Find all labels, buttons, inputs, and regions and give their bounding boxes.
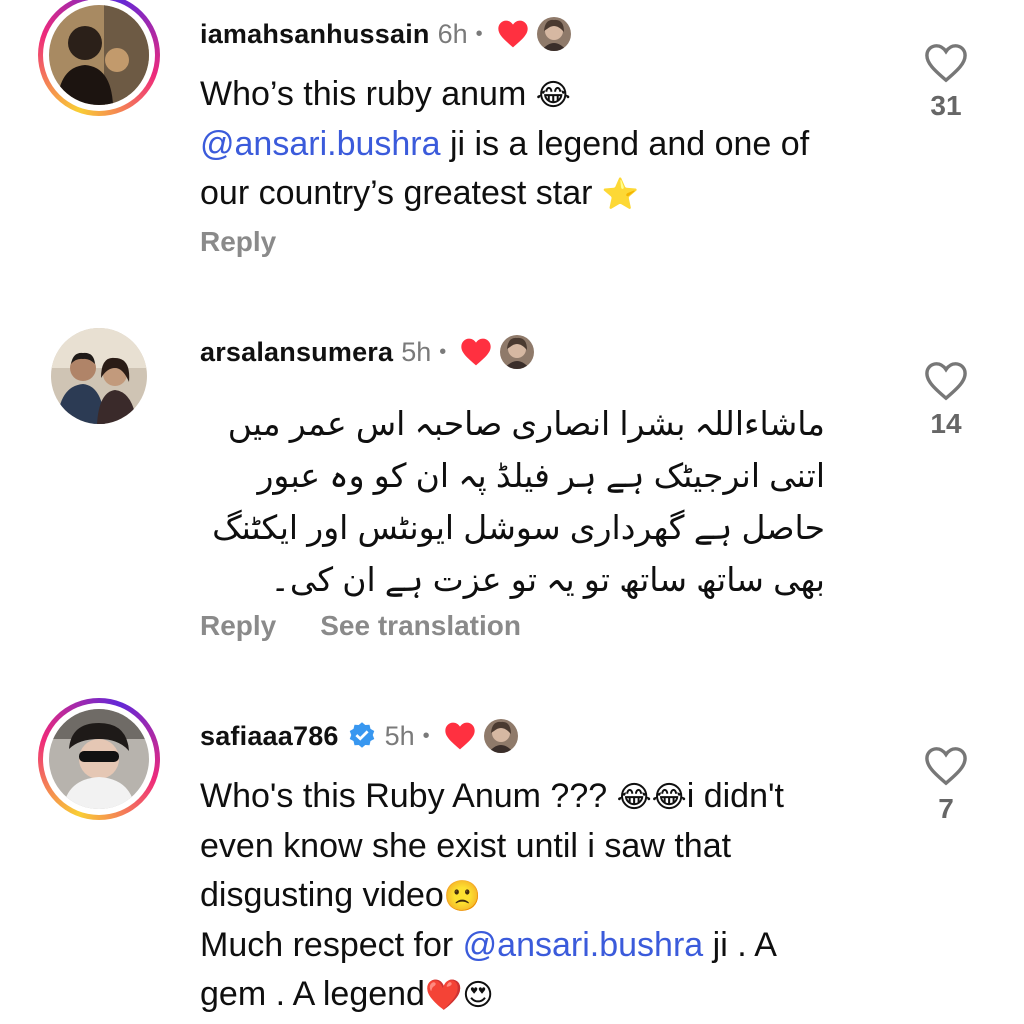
comment-actions: Reply [200,226,276,258]
heart-outline-icon[interactable] [923,42,969,84]
comment-text: ماشاءاللہ بشرا انصاری صاحبہ اس عمر میں ا… [202,405,825,598]
comment-actions: Reply See translation [200,610,521,642]
like-count: 7 [938,793,954,824]
red-heart-emoji: ❤️ [424,979,463,1012]
username[interactable]: arsalansumera [200,337,393,368]
like-control[interactable]: 7 [918,745,974,825]
username[interactable]: iamahsanhussain [200,19,430,50]
avatar [49,5,149,105]
separator-dot: • [439,340,447,363]
heart-eyes-emoji: 😍 [462,979,494,1012]
separator-dot: • [475,22,483,45]
heart-outline-icon[interactable] [923,360,969,402]
heart-outline-icon[interactable] [923,745,969,787]
reply-button[interactable]: Reply [200,226,276,258]
separator-dot: • [422,724,430,747]
avatar [49,709,149,809]
comment-text: Who’s this ruby anum 😂 @ansari.bushra ji… [200,75,819,212]
like-count: 31 [930,90,962,121]
heart-filled-icon [445,722,475,750]
joy-emoji: 😂😂 [616,781,687,814]
comment-text: Who's this Ruby Anum ??? 😂😂i didn't even… [200,777,794,1013]
heart-filled-icon [461,338,491,366]
comment-meta: iamahsanhussain 6h • [200,14,571,54]
avatar-story-ring[interactable] [38,0,160,116]
heart-filled-icon [497,20,528,48]
mention-link[interactable]: @ansari.bushra [463,926,704,964]
like-control[interactable]: 31 [918,42,974,122]
joy-emoji: 😂 [535,79,571,112]
creator-avatar [500,335,535,369]
timestamp: 5h [384,720,415,751]
comment-meta: arsalansumera 5h • [200,332,535,372]
comment-meta: safiaaa786 5h • [200,716,518,756]
mention-link[interactable]: @ansari.bushra [200,125,441,163]
username[interactable]: safiaaa786 [200,721,339,752]
reply-button[interactable]: Reply [200,610,276,642]
timestamp: 6h [437,18,468,49]
creator-avatar [536,17,571,51]
see-translation-button[interactable]: See translation [320,610,521,642]
verified-badge-icon [349,722,374,748]
like-count: 14 [930,408,962,439]
avatar-container[interactable] [38,315,160,437]
timestamp: 5h [401,336,432,367]
frown-emoji: 🙁 [443,880,482,913]
avatar-story-ring[interactable] [38,698,160,820]
creator-avatar [483,719,518,753]
like-control[interactable]: 14 [918,360,974,440]
avatar [51,328,147,424]
star-emoji: ⭐ [601,178,640,211]
